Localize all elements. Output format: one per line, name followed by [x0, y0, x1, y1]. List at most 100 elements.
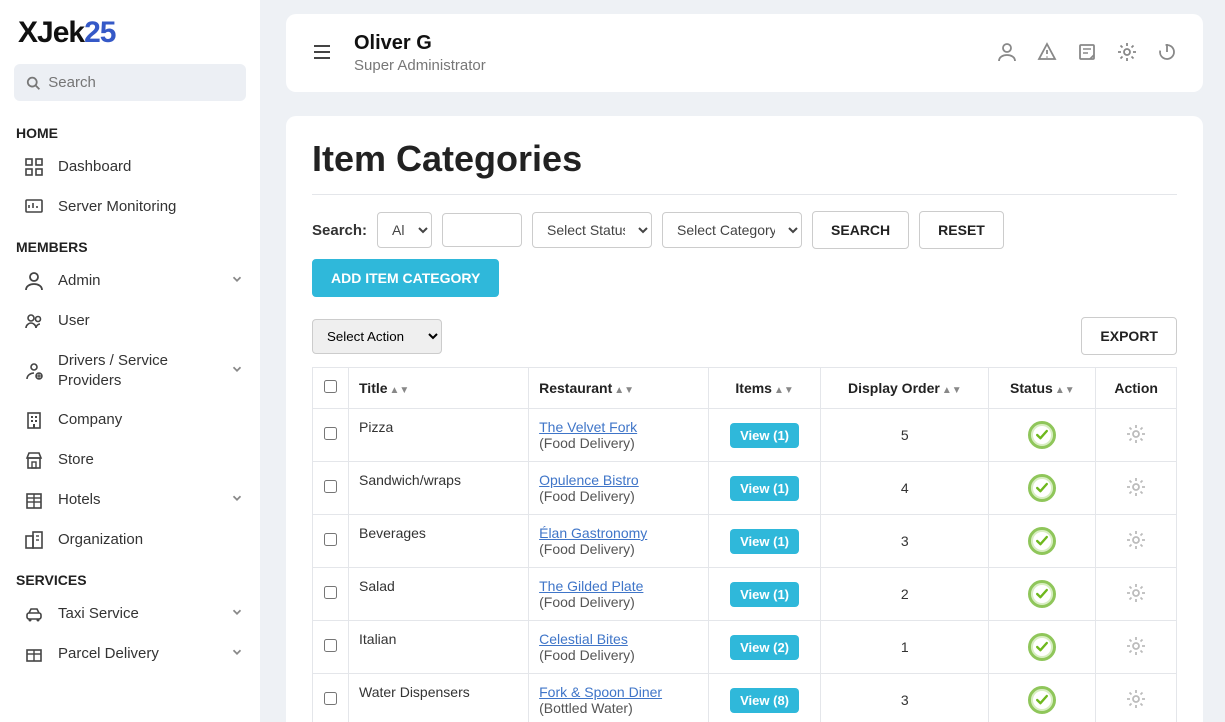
cell-restaurant: Celestial Bites(Food Delivery): [529, 621, 709, 674]
restaurant-link[interactable]: The Gilded Plate: [539, 578, 643, 594]
view-items-button[interactable]: View (1): [730, 476, 799, 501]
chevron-down-icon: [230, 645, 244, 663]
sidebar-item-store[interactable]: Store: [0, 440, 260, 480]
alerts-icon[interactable]: [1037, 42, 1057, 65]
restaurant-type: (Food Delivery): [539, 488, 635, 504]
status-active-badge[interactable]: [1028, 527, 1056, 555]
categories-table: Title▲▼ Restaurant▲▼ Items▲▼ Display Ord…: [312, 367, 1177, 722]
sidebar-search-input[interactable]: [48, 74, 234, 91]
row-checkbox[interactable]: [324, 480, 337, 493]
category-select[interactable]: Select Category: [662, 212, 802, 248]
status-active-badge[interactable]: [1028, 686, 1056, 714]
row-action-gear-icon[interactable]: [1126, 696, 1146, 712]
search-text-input[interactable]: [442, 213, 522, 247]
row-checkbox[interactable]: [324, 639, 337, 652]
row-action-gear-icon[interactable]: [1126, 537, 1146, 553]
sidebar-item-hotels[interactable]: Hotels: [0, 480, 260, 520]
restaurant-type: (Food Delivery): [539, 435, 635, 451]
user-name: Oliver G: [354, 32, 486, 55]
sidebar-nav: HOMEDashboardServer MonitoringMEMBERSAdm…: [0, 119, 260, 674]
col-restaurant[interactable]: Restaurant▲▼: [529, 368, 709, 409]
search-icon: [26, 75, 40, 91]
sidebar-item-organization[interactable]: Organization: [0, 520, 260, 560]
settings-icon[interactable]: [1117, 42, 1137, 65]
sidebar-item-drivers-service-providers[interactable]: Drivers / Service Providers: [0, 341, 260, 400]
restaurant-link[interactable]: The Velvet Fork: [539, 419, 637, 435]
sidebar-item-company[interactable]: Company: [0, 400, 260, 440]
view-items-button[interactable]: View (2): [730, 635, 799, 660]
status-active-badge[interactable]: [1028, 580, 1056, 608]
restaurant-link[interactable]: Élan Gastronomy: [539, 525, 647, 541]
col-title[interactable]: Title▲▼: [349, 368, 529, 409]
view-items-button[interactable]: View (1): [730, 423, 799, 448]
hamburger-icon[interactable]: [312, 42, 332, 65]
grid-icon: [24, 157, 44, 177]
page-title: Item Categories: [312, 138, 1177, 180]
building-icon: [24, 410, 44, 430]
restaurant-type: (Bottled Water): [539, 700, 633, 716]
nav-section-title: MEMBERS: [0, 233, 260, 261]
select-all-checkbox[interactable]: [324, 380, 337, 393]
topbar: Oliver G Super Administrator: [286, 14, 1203, 92]
users-icon: [24, 311, 44, 331]
col-status[interactable]: Status▲▼: [989, 368, 1096, 409]
col-items[interactable]: Items▲▼: [708, 368, 820, 409]
sidebar-item-label: Admin: [58, 271, 216, 291]
cell-restaurant: The Gilded Plate(Food Delivery): [529, 568, 709, 621]
status-active-badge[interactable]: [1028, 421, 1056, 449]
restaurant-type: (Food Delivery): [539, 647, 635, 663]
view-items-button[interactable]: View (1): [730, 529, 799, 554]
export-button[interactable]: EXPORT: [1081, 317, 1177, 355]
org-icon: [24, 530, 44, 550]
row-action-gear-icon[interactable]: [1126, 484, 1146, 500]
notes-icon[interactable]: [1077, 42, 1097, 65]
user-role: Super Administrator: [354, 57, 486, 74]
restaurant-link[interactable]: Opulence Bistro: [539, 472, 639, 488]
sidebar-item-admin[interactable]: Admin: [0, 261, 260, 301]
col-action: Action: [1096, 368, 1177, 409]
profile-icon[interactable]: [997, 42, 1017, 65]
search-button[interactable]: SEARCH: [812, 211, 909, 249]
sidebar-item-taxi-service[interactable]: Taxi Service: [0, 594, 260, 634]
cell-display-order: 2: [821, 568, 989, 621]
user-icon: [24, 271, 44, 291]
view-items-button[interactable]: View (8): [730, 688, 799, 713]
search-row: Search: All Select Status Select Categor…: [312, 211, 1177, 297]
row-action-gear-icon[interactable]: [1126, 643, 1146, 659]
cell-restaurant: Opulence Bistro(Food Delivery): [529, 462, 709, 515]
reset-button[interactable]: RESET: [919, 211, 1004, 249]
divider: [312, 194, 1177, 195]
power-icon[interactable]: [1157, 42, 1177, 65]
row-action-gear-icon[interactable]: [1126, 431, 1146, 447]
view-items-button[interactable]: View (1): [730, 582, 799, 607]
cell-title: Pizza: [349, 409, 529, 462]
sidebar-item-label: Company: [58, 410, 244, 430]
status-active-badge[interactable]: [1028, 474, 1056, 502]
search-filter-select[interactable]: All: [377, 212, 432, 248]
cell-restaurant: Élan Gastronomy(Food Delivery): [529, 515, 709, 568]
col-display-order[interactable]: Display Order▲▼: [821, 368, 989, 409]
restaurant-link[interactable]: Celestial Bites: [539, 631, 628, 647]
sidebar-item-parcel-delivery[interactable]: Parcel Delivery: [0, 634, 260, 674]
row-action-gear-icon[interactable]: [1126, 590, 1146, 606]
sidebar-item-server-monitoring[interactable]: Server Monitoring: [0, 187, 260, 227]
cell-display-order: 3: [821, 515, 989, 568]
sidebar-item-user[interactable]: User: [0, 301, 260, 341]
row-checkbox[interactable]: [324, 533, 337, 546]
add-item-category-button[interactable]: ADD ITEM CATEGORY: [312, 259, 499, 297]
sidebar-item-dashboard[interactable]: Dashboard: [0, 147, 260, 187]
row-checkbox[interactable]: [324, 586, 337, 599]
bulk-action-select[interactable]: Select Action: [312, 319, 442, 354]
restaurant-type: (Food Delivery): [539, 594, 635, 610]
row-checkbox[interactable]: [324, 692, 337, 705]
restaurant-link[interactable]: Fork & Spoon Diner: [539, 684, 662, 700]
chevron-down-icon: [230, 491, 244, 509]
status-active-badge[interactable]: [1028, 633, 1056, 661]
taxi-icon: [24, 604, 44, 624]
sidebar-search[interactable]: [14, 64, 246, 101]
sidebar-item-label: Server Monitoring: [58, 197, 244, 217]
search-label: Search:: [312, 222, 367, 239]
cell-title: Beverages: [349, 515, 529, 568]
status-select[interactable]: Select Status: [532, 212, 652, 248]
row-checkbox[interactable]: [324, 427, 337, 440]
